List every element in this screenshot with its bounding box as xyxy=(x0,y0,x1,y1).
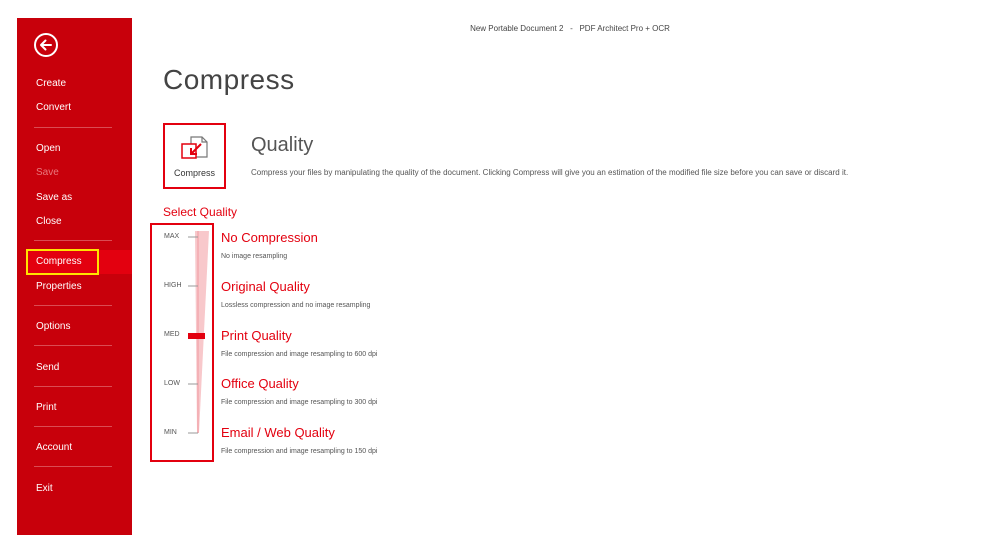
quality-description: Compress your files by manipulating the … xyxy=(251,168,849,177)
option-email-web-quality-desc: File compression and image resampling to… xyxy=(221,448,378,455)
quality-slider-thumb[interactable] xyxy=(188,333,205,339)
sidebar-item-open[interactable]: Open xyxy=(36,142,60,156)
sidebar-item-properties[interactable]: Properties xyxy=(36,280,82,294)
page-title: Compress xyxy=(163,64,295,95)
app-name: PDF Architect Pro + OCR xyxy=(579,24,670,33)
option-no-compression-desc: No image resampling xyxy=(221,253,288,260)
tick-label-high: HIGH xyxy=(164,282,182,289)
compress-button-label: Compress xyxy=(173,168,215,178)
option-original-quality[interactable]: Original Quality xyxy=(221,279,310,294)
sidebar-item-options[interactable]: Options xyxy=(36,320,70,334)
compress-button[interactable]: Compress xyxy=(163,123,226,189)
sidebar-item-compress-highlight xyxy=(26,249,99,275)
sidebar-divider xyxy=(34,345,112,346)
quality-slider[interactable]: MAX HIGH MED LOW MIN xyxy=(150,223,214,462)
sidebar-item-exit[interactable]: Exit xyxy=(36,482,53,496)
sidebar-divider xyxy=(34,305,112,306)
tick-label-min: MIN xyxy=(164,429,177,436)
tick-label-low: LOW xyxy=(164,380,180,387)
document-name: New Portable Document 2 xyxy=(470,24,564,33)
sidebar-divider xyxy=(34,127,112,128)
sidebar-item-account[interactable]: Account xyxy=(36,441,72,455)
option-no-compression[interactable]: No Compression xyxy=(221,230,318,245)
sidebar-item-close[interactable]: Close xyxy=(36,215,62,229)
compress-icon xyxy=(181,136,208,159)
option-email-web-quality[interactable]: Email / Web Quality xyxy=(221,425,335,440)
back-button[interactable] xyxy=(34,33,58,57)
option-print-quality-desc: File compression and image resampling to… xyxy=(221,351,378,358)
tick-label-med: MED xyxy=(164,331,180,338)
sidebar-divider xyxy=(34,386,112,387)
option-print-quality[interactable]: Print Quality xyxy=(221,328,292,343)
sidebar-divider xyxy=(34,240,112,241)
sidebar-item-save[interactable]: Save xyxy=(36,166,59,180)
quality-slider-track xyxy=(188,231,209,434)
sidebar-item-save-as[interactable]: Save as xyxy=(36,191,72,205)
select-quality-label: Select Quality xyxy=(163,205,238,219)
back-arrow-icon xyxy=(40,39,52,51)
sidebar-item-send[interactable]: Send xyxy=(36,361,59,375)
sidebar-divider xyxy=(34,466,112,467)
option-original-quality-desc: Lossless compression and no image resamp… xyxy=(221,302,371,309)
option-office-quality-desc: File compression and image resampling to… xyxy=(221,399,378,406)
option-office-quality[interactable]: Office Quality xyxy=(221,376,299,391)
sidebar-divider xyxy=(34,426,112,427)
sidebar-item-create[interactable]: Create xyxy=(36,77,66,91)
backstage-sidebar: Create Convert Open Save Save as Close C… xyxy=(17,18,132,535)
sidebar-item-convert[interactable]: Convert xyxy=(36,101,71,115)
tick-label-max: MAX xyxy=(164,233,180,240)
sidebar-item-print[interactable]: Print xyxy=(36,401,57,415)
window-title: New Portable Document 2 - PDF Architect … xyxy=(360,24,780,33)
title-separator: - xyxy=(570,24,573,33)
quality-heading: Quality xyxy=(251,134,314,156)
